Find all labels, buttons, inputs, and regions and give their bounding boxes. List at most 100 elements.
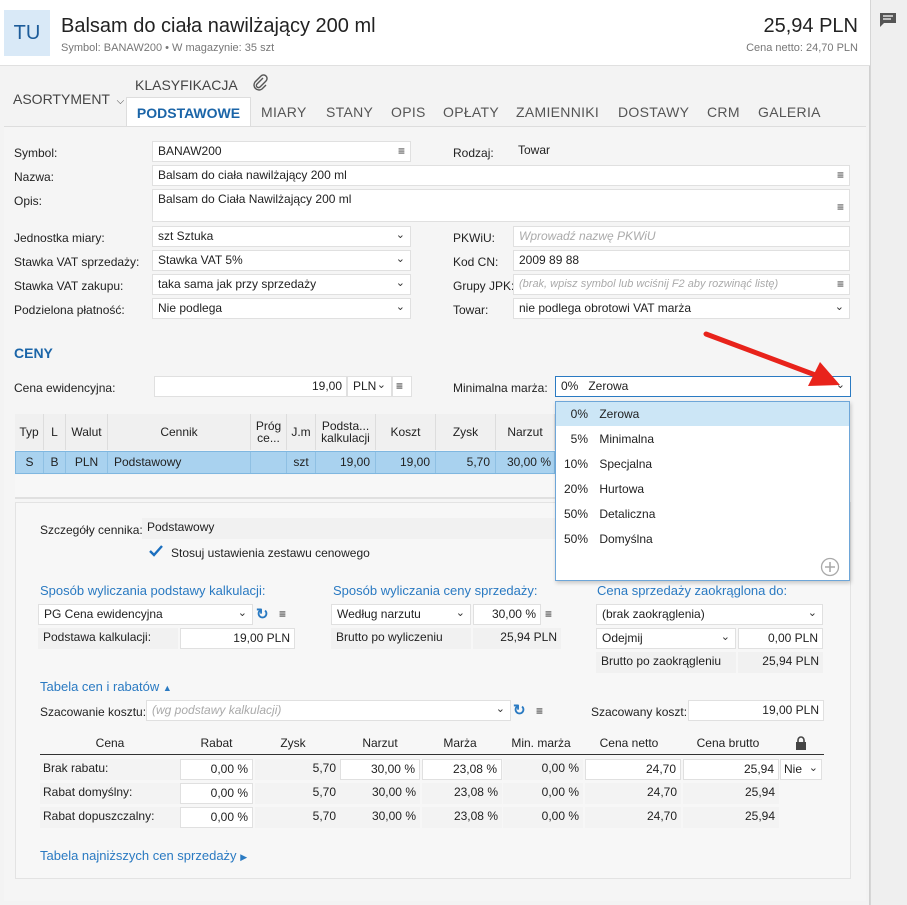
col-typ[interactable]: Typ xyxy=(15,414,44,450)
symbol-field[interactable]: BANAW200 ≡ xyxy=(152,141,411,162)
menu-icon[interactable]: ≡ xyxy=(536,704,543,718)
tab-miary[interactable]: MIARY xyxy=(261,104,307,120)
podzielona-select[interactable]: Nie podlega ⌄ xyxy=(152,298,411,319)
vat-sprzedazy-select[interactable]: Stawka VAT 5% ⌄ xyxy=(152,250,411,271)
row-cennik: Podstawowy xyxy=(108,452,251,473)
lock-select[interactable]: Nie ⌄ xyxy=(780,759,822,780)
comment-icon[interactable] xyxy=(879,12,897,28)
podzielona-value: Nie podlega xyxy=(158,301,223,315)
chevron-down-icon: ⌄ xyxy=(834,301,844,313)
netto-cell: 24,70 xyxy=(585,807,681,828)
lock-icon[interactable] xyxy=(795,736,807,750)
tabela-najnizszych-toggle[interactable]: Tabela najniższych cen sprzedaży ▶ xyxy=(40,848,247,863)
zysk-cell: 5,70 xyxy=(255,807,340,828)
col-narzut[interactable]: Narzut xyxy=(496,414,555,450)
brutto-cell[interactable]: 25,94 xyxy=(683,759,779,780)
refresh-icon[interactable]: ↻ xyxy=(513,701,526,719)
col-cennik[interactable]: Cennik xyxy=(108,414,251,450)
odejmij-select[interactable]: Odejmij ⌄ xyxy=(596,628,736,649)
szac-kosztu-select[interactable]: (wg podstawy kalkulacji) ⌄ xyxy=(146,700,511,721)
menu-icon[interactable]: ≡ xyxy=(545,607,552,621)
rabat-row-name: Rabat domyślny: xyxy=(40,783,180,804)
wedlug-select[interactable]: Według narzutu ⌄ xyxy=(331,604,471,625)
dropdown-item-detaliczna[interactable]: 50% Detaliczna xyxy=(556,502,849,526)
tab-dostawy[interactable]: DOSTAWY xyxy=(618,104,689,120)
nazwa-field[interactable]: Balsam do ciała nawilżający 200 ml ≡ xyxy=(152,165,850,186)
cena-ewidencyjna-input[interactable]: 19,00 xyxy=(154,376,347,397)
tab-klasyfikacja[interactable]: KLASYFIKACJA xyxy=(135,77,238,93)
asortyment-menu[interactable]: ASORTYMENT ⌵ xyxy=(13,91,124,107)
waluta-select[interactable]: PLN ⌄ xyxy=(347,376,392,397)
towar-label: Towar: xyxy=(453,303,489,317)
opis-field[interactable]: Balsam do Ciała Nawilżający 200 ml ≡ xyxy=(152,189,850,222)
checkbox-stosuj[interactable] xyxy=(148,543,164,559)
zaokraglenie-select[interactable]: (brak zaokrąglenia) ⌄ xyxy=(596,604,823,625)
dropdown-item-domyslna[interactable]: 50% Domyślna xyxy=(556,527,849,551)
dropdown-item-name: Specjalna xyxy=(599,457,653,471)
row-prog xyxy=(251,452,287,473)
odejmij-input[interactable]: 0,00 PLN xyxy=(738,628,823,649)
col-cena-brutto: Cena brutto xyxy=(696,736,760,750)
dropdown-item-hurtowa[interactable]: 20% Hurtowa xyxy=(556,477,849,501)
row-jm: szt xyxy=(287,452,316,473)
netto-cell[interactable]: 24,70 xyxy=(585,759,681,780)
attachment-icon[interactable] xyxy=(251,73,269,93)
col-l[interactable]: L xyxy=(44,414,66,450)
col-zysk[interactable]: Zysk xyxy=(436,414,496,450)
menu-icon[interactable]: ≡ xyxy=(837,198,844,217)
vat-zakupu-select[interactable]: taka sama jak przy sprzedaży ⌄ xyxy=(152,274,411,295)
rodzaj-label: Rodzaj: xyxy=(453,146,494,160)
pg-value: PG Cena ewidencyjna xyxy=(44,607,163,621)
menu-icon[interactable]: ≡ xyxy=(837,166,844,185)
menu-icon[interactable]: ≡ xyxy=(279,607,286,621)
narzut-cell: 30,00 % xyxy=(340,807,420,828)
rabat-cell[interactable]: 0,00 % xyxy=(180,783,253,804)
dropdown-item-zerowa[interactable]: 0% Zerowa xyxy=(556,402,849,426)
tab-oplaty[interactable]: OPŁATY xyxy=(443,104,499,120)
min-marza-dropdown: 0% Zerowa 5% Minimalna 10% Specjalna 20%… xyxy=(555,401,850,581)
menu-icon[interactable]: ≡ xyxy=(398,142,405,161)
dropdown-item-minimalna[interactable]: 5% Minimalna xyxy=(556,427,849,451)
kodcn-input[interactable]: 2009 89 88 xyxy=(513,250,850,271)
narzut-cell[interactable]: 30,00 % xyxy=(340,759,420,780)
triangle-right-icon: ▶ xyxy=(240,852,248,862)
podst-kalk-input[interactable]: 19,00 PLN xyxy=(180,628,295,649)
jpk-input[interactable]: (brak, wpisz symbol lub wciśnij F2 aby r… xyxy=(513,274,850,295)
rabat-cell[interactable]: 0,00 % xyxy=(180,759,253,780)
rodzaj-value: Towar xyxy=(518,143,551,157)
tab-opis[interactable]: OPIS xyxy=(391,104,426,120)
brutto-wyl-label: Brutto po wyliczeniu xyxy=(331,628,471,649)
col-podstawa[interactable]: Podsta... kalkulacji xyxy=(316,414,376,450)
col-prog[interactable]: Próg ce... xyxy=(251,414,287,450)
stosuj-label: Stosuj ustawienia zestawu cenowego xyxy=(171,546,370,560)
dropdown-item-specjalna[interactable]: 10% Specjalna xyxy=(556,452,849,476)
tab-crm[interactable]: CRM xyxy=(707,104,740,120)
col-walut[interactable]: Walut xyxy=(66,414,108,450)
jm-select[interactable]: szt Sztuka ⌄ xyxy=(152,226,411,247)
col-koszt[interactable]: Koszt xyxy=(376,414,436,450)
tab-galeria[interactable]: GALERIA xyxy=(758,104,821,120)
chevron-down-icon: ⌄ xyxy=(395,301,405,313)
dropdown-item-pct: 50% xyxy=(563,532,588,546)
menu-icon[interactable]: ≡ xyxy=(392,376,412,397)
pg-select[interactable]: PG Cena ewidencyjna ⌄ xyxy=(38,604,253,625)
opis-label: Opis: xyxy=(14,194,43,208)
tab-podstawowe[interactable]: PODSTAWOWE xyxy=(126,97,251,127)
marza-cell[interactable]: 23,08 % xyxy=(422,759,502,780)
min-marza-cell: 0,00 % xyxy=(503,807,583,828)
pkwiu-input[interactable]: Wprowadź nazwę PKWiU xyxy=(513,226,850,247)
refresh-icon[interactable]: ↻ xyxy=(256,605,272,623)
col-jm[interactable]: J.m xyxy=(287,414,316,450)
rabat-cell[interactable]: 0,00 % xyxy=(180,807,253,828)
menu-icon[interactable]: ≡ xyxy=(837,275,844,294)
szac-koszt-input[interactable]: 19,00 PLN xyxy=(688,700,824,721)
towar-select[interactable]: nie podlega obrotowi VAT marża ⌄ xyxy=(513,298,850,319)
chevron-down-icon: ⌄ xyxy=(376,379,386,391)
add-icon[interactable] xyxy=(820,557,840,577)
tabela-cen-toggle[interactable]: Tabela cen i rabatów ▲ xyxy=(40,679,172,694)
narzut-input[interactable]: 30,00 % xyxy=(473,604,541,625)
tab-stany[interactable]: STANY xyxy=(326,104,373,120)
szczegoly-value: Podstawowy xyxy=(142,518,557,539)
tabela-cen-label: Tabela cen i rabatów xyxy=(40,679,160,694)
tab-zamienniki[interactable]: ZAMIENNIKI xyxy=(516,104,599,120)
